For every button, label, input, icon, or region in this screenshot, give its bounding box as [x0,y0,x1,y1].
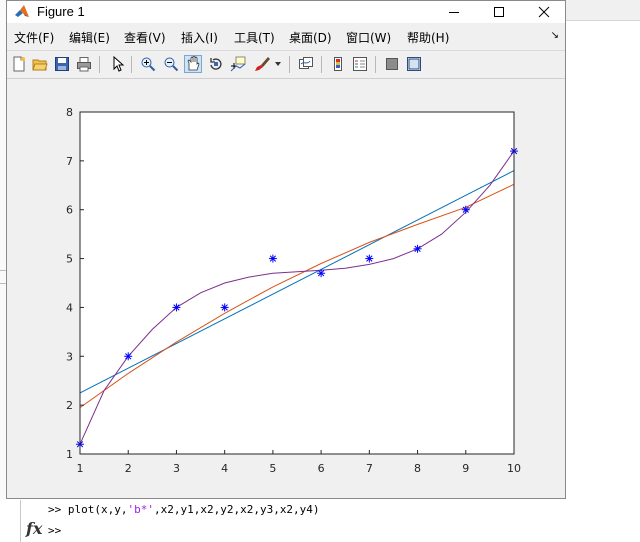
command-text: plot(x,y, [67,503,128,516]
x-tick-label: 8 [414,462,421,475]
x-tick-label: 3 [173,462,180,475]
command-string-literal: 'b*' [127,503,154,516]
x-tick-label: 1 [77,462,84,475]
y-tick-label: 1 [66,448,73,461]
data-point-marker [365,254,374,263]
figure-window: Figure 1 文件(F) 编辑(E) 查看(V) 插入(I) 工具(T) 桌… [6,0,566,499]
x-tick-label: 10 [507,462,521,475]
function-browser-icon[interactable]: fx [26,519,42,538]
data-point-marker [413,244,422,253]
command-window-gutter [20,500,21,542]
command-prompt: >> [48,524,62,537]
y-tick-label: 7 [66,155,73,168]
axes-background[interactable] [80,112,514,454]
data-point-marker [268,254,277,263]
command-text-rest: ,x2,y1,x2,y2,x2,y3,x2,y4) [153,503,320,516]
x-tick-label: 5 [269,462,276,475]
background-toolbar-strip [566,0,640,21]
x-tick-label: 9 [462,462,469,475]
x-tick-label: 7 [366,462,373,475]
y-tick-label: 3 [66,350,73,363]
command-prompt: >> [48,503,62,516]
y-tick-label: 6 [66,204,73,217]
command-history-line: >> plot(x,y,'b*',x2,y1,x2,y2,x2,y3,x2,y4… [48,503,320,516]
y-tick-label: 8 [66,106,73,119]
y-tick-label: 2 [66,399,73,412]
x-tick-label: 4 [221,462,228,475]
plot-canvas[interactable]: 1 2 3 4 5 6 7 8 9 10 1 2 3 4 5 6 7 8 [7,1,565,498]
y-tick-label: 4 [66,301,73,314]
y-tick-label: 5 [66,253,73,266]
x-tick-label: 6 [318,462,325,475]
data-point-marker [172,303,181,312]
x-tick-label: 2 [125,462,132,475]
data-point-marker [317,269,326,278]
command-input-line[interactable]: >> [48,524,61,537]
